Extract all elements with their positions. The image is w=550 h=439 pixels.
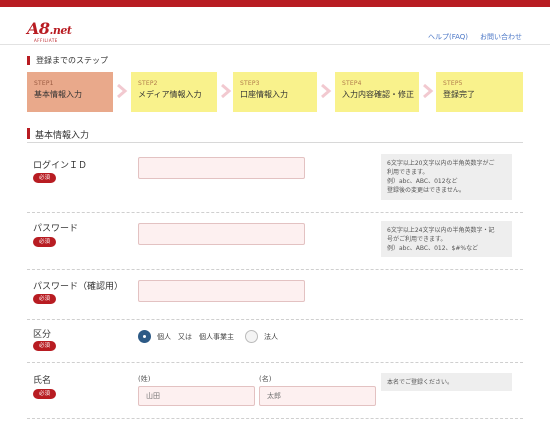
password-input[interactable]: [138, 223, 305, 245]
radio-button-checked[interactable]: [138, 330, 151, 343]
logo-subtitle: AFFILIATE: [34, 38, 58, 43]
step-4: STEP4 入力内容確認・修正: [335, 72, 419, 112]
password-confirm-row: パスワード（確認用） 必須: [27, 270, 523, 320]
name-hint: 本名でご登録ください。: [381, 373, 512, 391]
sei-label: (姓): [138, 375, 151, 383]
step-title: 入力内容確認・修正: [342, 90, 414, 99]
form-section-title: 基本情報入力: [27, 128, 523, 143]
first-name-input[interactable]: [259, 386, 376, 406]
last-name-input[interactable]: [138, 386, 255, 406]
password-confirm-input[interactable]: [138, 280, 305, 302]
contact-link[interactable]: お問い合わせ: [480, 32, 522, 42]
step-2: STEP2 メディア情報入力: [131, 72, 217, 112]
password-confirm-label: パスワード（確認用）: [33, 282, 124, 292]
chevron-right-icon: [221, 84, 232, 98]
chevron-right-icon: [423, 84, 434, 98]
site-header: A8.net AFFILIATE ヘルプ(FAQ) お問い合わせ: [0, 7, 550, 45]
steps-title: 登録までのステップ: [27, 56, 108, 65]
step-5: STEP5 登録完了: [436, 72, 523, 112]
top-accent-bar: [0, 0, 550, 7]
step-number: STEP1: [34, 80, 54, 87]
step-title: 登録完了: [443, 90, 475, 99]
required-badge: 必須: [33, 389, 56, 399]
radio-individual-label: 個人 又は 個人事業主: [157, 332, 234, 341]
category-row: 区分 必須 個人 又は 個人事業主 法人: [27, 320, 523, 363]
name-label: 氏名: [33, 376, 52, 386]
chevron-right-icon: [321, 84, 332, 98]
step-3: STEP3 口座情報入力: [233, 72, 317, 112]
chevron-right-icon: [117, 84, 128, 98]
name-row: 氏名 必須 (姓) (名) 本名でご登録ください。: [27, 363, 523, 419]
required-badge: 必須: [33, 173, 56, 183]
login-id-hint: 6文字以上20文字以内の半角英数字がご 利用できます。 例）abc、ABC、01…: [381, 154, 512, 200]
step-number: STEP2: [138, 80, 158, 87]
registration-steps: STEP1 基本情報入力 STEP2 メディア情報入力 STEP3 口座情報入力…: [27, 72, 523, 112]
login-id-row: ログインＩＤ 必須 6文字以上20文字以内の半角英数字がご 利用できます。 例）…: [27, 146, 523, 213]
required-badge: 必須: [33, 294, 56, 304]
form-title-text: 基本情報入力: [35, 131, 90, 141]
header-links: ヘルプ(FAQ) お問い合わせ: [428, 32, 522, 42]
login-id-label: ログインＩＤ: [33, 161, 88, 171]
radio-corporation-label: 法人: [264, 332, 278, 341]
help-faq-link[interactable]: ヘルプ(FAQ): [428, 32, 468, 42]
step-number: STEP5: [443, 80, 463, 87]
step-title: 口座情報入力: [240, 90, 288, 99]
step-title: 基本情報入力: [34, 90, 82, 99]
step-number: STEP3: [240, 80, 260, 87]
required-badge: 必須: [33, 341, 56, 351]
password-hint: 6文字以上24文字以内の半角英数字・記 号がご利用できます。 例）abc、ABC…: [381, 221, 512, 257]
category-label: 区分: [33, 330, 52, 340]
radio-corporation[interactable]: 法人: [245, 330, 278, 343]
step-title: メディア情報入力: [138, 90, 202, 99]
step-1: STEP1 基本情報入力: [27, 72, 113, 112]
section-accent-bar: [27, 128, 30, 139]
required-badge: 必須: [33, 237, 56, 247]
password-label: パスワード: [33, 224, 79, 234]
login-id-input[interactable]: [138, 157, 305, 179]
a8net-logo[interactable]: A8.net: [27, 19, 72, 38]
radio-button-unchecked[interactable]: [245, 330, 258, 343]
password-row: パスワード 必須 6文字以上24文字以内の半角英数字・記 号がご利用できます。 …: [27, 213, 523, 270]
step-number: STEP4: [342, 80, 362, 87]
radio-individual[interactable]: 個人 又は 個人事業主: [138, 330, 234, 343]
mei-label: (名): [259, 375, 272, 383]
